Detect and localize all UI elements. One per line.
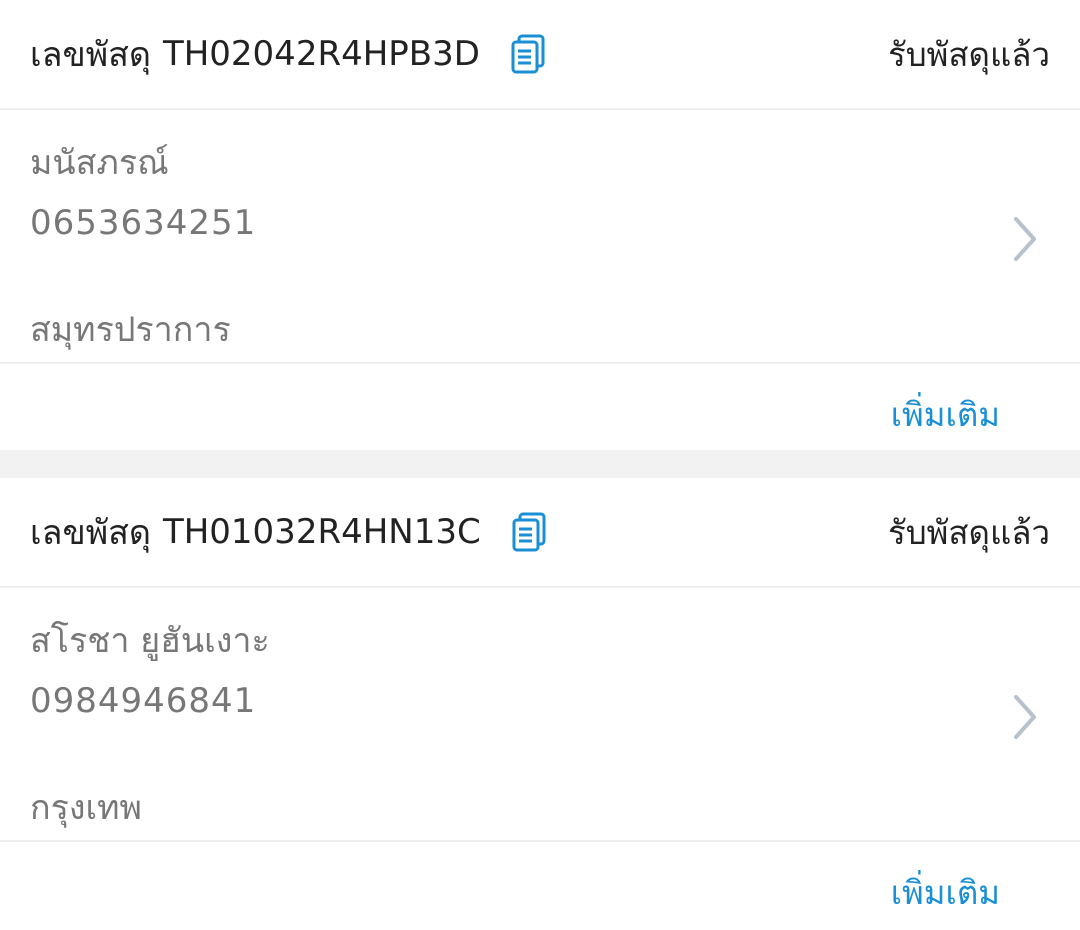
tracking-number: TH02042R4HPB3D [162,34,480,74]
recipient-details[interactable]: มนัสภรณ์ 0653634251 สมุทรปราการ [0,110,1080,364]
recipient-phone: 0984946841 [30,681,257,721]
tracking-number: TH01032R4HN13C [162,512,481,552]
tracking-info: เลขพัสดุ TH02042R4HPB3D [30,27,546,81]
parcel-card: เลขพัสดุ TH02042R4HPB3D รับพัสดุแล้ว มนั… [0,0,1080,450]
parcel-header: เลขพัสดุ TH02042R4HPB3D รับพัสดุแล้ว [0,0,1080,110]
chevron-right-icon[interactable] [1010,693,1040,741]
recipient-province: กรุงเทพ [30,788,142,828]
more-link[interactable]: เพิ่มเติม [891,388,1000,441]
tracking-label: เลขพัสดุ [30,513,151,553]
card-separator [0,450,1080,478]
recipient-province: สมุทรปราการ [30,310,231,350]
recipient-name: มนัสภรณ์ [30,143,169,183]
status-text: รับพัสดุแล้ว [887,512,1050,552]
more-link[interactable]: เพิ่มเติม [891,866,1000,919]
parcel-footer: เพิ่มเติม [0,842,1080,928]
parcel-header: เลขพัสดุ TH01032R4HN13C รับพัสดุแล้ว [0,478,1080,588]
recipient-details[interactable]: สโรชา ยูฮันเงาะ 0984946841 กรุงเทพ [0,588,1080,842]
copy-icon[interactable] [511,512,547,552]
parcel-footer: เพิ่มเติม [0,364,1080,450]
tracking-info: เลขพัสดุ TH01032R4HN13C [30,505,547,559]
status-text: รับพัสดุแล้ว [887,34,1050,74]
tracking-label: เลขพัสดุ [30,35,151,75]
parcel-list: เลขพัสดุ TH02042R4HPB3D รับพัสดุแล้ว มนั… [0,0,1080,930]
parcel-card: เลขพัสดุ TH01032R4HN13C รับพัสดุแล้ว สโร… [0,478,1080,928]
copy-icon[interactable] [510,34,546,74]
recipient-name: สโรชา ยูฮันเงาะ [30,621,270,661]
recipient-phone: 0653634251 [30,203,257,243]
chevron-right-icon[interactable] [1010,215,1040,263]
